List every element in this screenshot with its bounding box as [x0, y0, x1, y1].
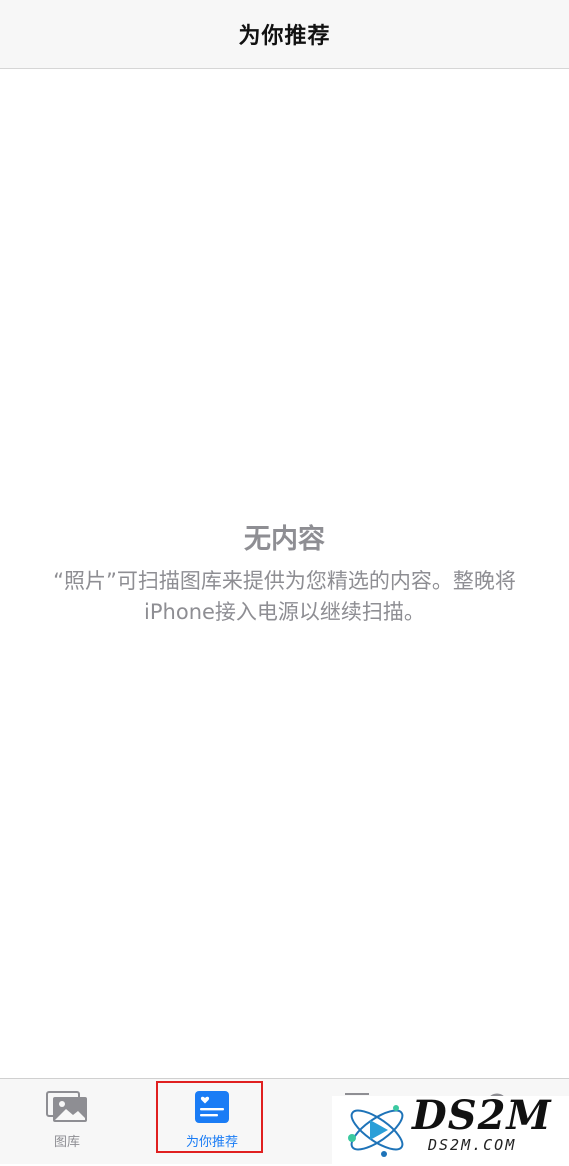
watermark-logo-icon — [344, 1098, 410, 1162]
tab-library-label: 图库 — [53, 1135, 80, 1150]
empty-state-description: “照片”可扫描图库来提供为您精选的内容。整晚将iPhone接入电源以继续扫描。 — [53, 569, 516, 624]
watermark: DS2M DS2M.COM — [332, 1096, 569, 1164]
navigation-bar: 为你推荐 — [0, 0, 569, 69]
photo-library-icon — [45, 1089, 89, 1125]
page-title: 为你推荐 — [238, 24, 331, 49]
highlight-annotation — [156, 1081, 263, 1153]
empty-state: 无内容 “照片”可扫描图库来提供为您精选的内容。整晚将iPhone接入电源以继续… — [30, 520, 539, 628]
tab-library[interactable]: 图库 — [12, 1079, 122, 1165]
empty-state-title: 无内容 — [244, 524, 325, 555]
watermark-brand: DS2M — [412, 1092, 552, 1139]
watermark-domain: DS2M.COM — [428, 1136, 517, 1154]
